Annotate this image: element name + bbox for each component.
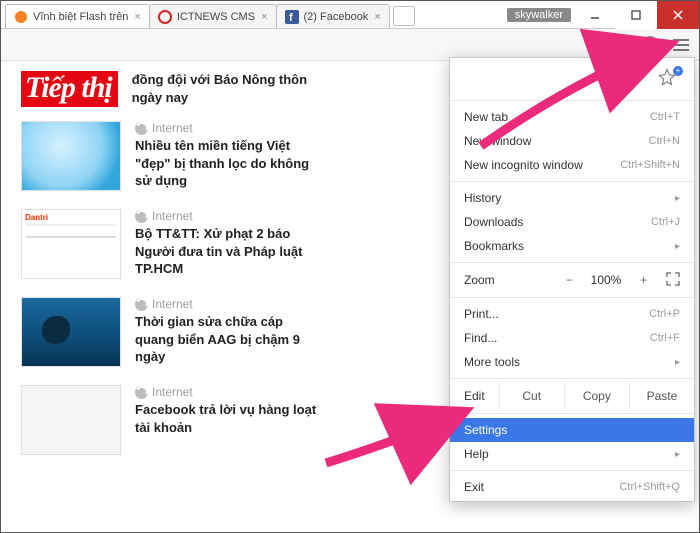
menu-more-tools[interactable]: More tools▸ <box>450 350 694 374</box>
globe-icon <box>135 210 148 223</box>
menu-copy[interactable]: Copy <box>564 383 629 409</box>
article-item[interactable]: Internet Nhiều tên miền tiếng Việt "đẹp"… <box>21 121 321 191</box>
article-headline[interactable]: Bộ TT&TT: Xử phạt 2 báo Người đưa tin và… <box>135 225 321 278</box>
menu-bookmarks[interactable]: Bookmarks▸ <box>450 234 694 258</box>
favicon-icon <box>14 10 28 24</box>
article-category: Internet <box>135 385 321 399</box>
tab-strip: Vĩnh biệt Flash trên × ICTNEWS CMS × f (… <box>1 1 507 28</box>
chevron-right-icon: ▸ <box>675 241 680 252</box>
article-headline[interactable]: Nhiều tên miền tiếng Việt "đẹp" bị thanh… <box>135 137 321 190</box>
article-thumbnail <box>21 121 121 191</box>
menu-button[interactable] <box>669 33 693 57</box>
menu-paste[interactable]: Paste <box>629 383 694 409</box>
section-logo: Tiếp thị <box>21 71 118 107</box>
tab-close-icon[interactable]: × <box>134 11 140 23</box>
chevron-right-icon: ▸ <box>675 357 680 368</box>
window-titlebar: Vĩnh biệt Flash trên × ICTNEWS CMS × f (… <box>1 1 699 29</box>
article-category: Internet <box>135 209 321 223</box>
adblock-icon[interactable]: ABP 12 <box>609 34 631 56</box>
new-tab-button[interactable] <box>393 6 415 26</box>
gauge-icon[interactable] <box>639 34 661 56</box>
svg-text:f: f <box>289 12 293 24</box>
article-category: Internet <box>135 297 321 311</box>
tab-title: ICTNEWS CMS <box>177 11 255 23</box>
menu-new-tab[interactable]: New tabCtrl+T <box>450 105 694 129</box>
tab-title: Vĩnh biệt Flash trên <box>33 11 128 23</box>
bookmark-star-icon[interactable]: + <box>658 68 680 90</box>
profile-badge[interactable]: skywalker <box>507 8 571 22</box>
minimize-button[interactable] <box>575 1 615 29</box>
globe-icon <box>135 386 148 399</box>
article-item[interactable]: Internet Facebook trả lời vụ hàng loạt t… <box>21 385 321 455</box>
menu-find[interactable]: Find...Ctrl+F <box>450 326 694 350</box>
maximize-button[interactable] <box>615 1 657 29</box>
menu-new-window[interactable]: New windowCtrl+N <box>450 129 694 153</box>
menu-cut[interactable]: Cut <box>499 383 564 409</box>
browser-tab[interactable]: Vĩnh biệt Flash trên × <box>5 4 150 28</box>
menu-new-incognito[interactable]: New incognito windowCtrl+Shift+N <box>450 153 694 177</box>
tab-close-icon[interactable]: × <box>261 11 267 23</box>
article-headline[interactable]: Facebook trả lời vụ hàng loạt tài khoản <box>135 401 321 436</box>
browser-tab[interactable]: ICTNEWS CMS × <box>149 4 277 28</box>
article-headline[interactable]: đồng đội với Báo Nông thôn ngày nay <box>132 71 321 106</box>
menu-zoom: Zoom − 100% + <box>450 267 694 293</box>
article-item[interactable]: Dantri Internet Bộ TT&TT: Xử phạt 2 báo … <box>21 209 321 279</box>
menu-exit[interactable]: ExitCtrl+Shift+Q <box>450 475 694 499</box>
chevron-right-icon: ▸ <box>675 449 680 460</box>
menu-history[interactable]: History▸ <box>450 186 694 210</box>
zoom-level: 100% <box>586 273 626 287</box>
article-thumbnail <box>21 385 121 455</box>
globe-icon <box>135 298 148 311</box>
menu-settings[interactable]: Settings <box>450 418 694 442</box>
menu-edit-row: Edit Cut Copy Paste <box>450 383 694 409</box>
article-item[interactable]: Internet Thời gian sửa chữa cáp quang bi… <box>21 297 321 367</box>
chevron-right-icon: ▸ <box>675 193 680 204</box>
window-controls <box>575 1 699 28</box>
article-thumbnail <box>21 297 121 367</box>
globe-icon <box>135 122 148 135</box>
favicon-icon: f <box>285 10 299 24</box>
fullscreen-icon[interactable] <box>666 272 680 289</box>
menu-downloads[interactable]: DownloadsCtrl+J <box>450 210 694 234</box>
article-headline[interactable]: Thời gian sửa chữa cáp quang biển AAG bị… <box>135 313 321 366</box>
menu-print[interactable]: Print...Ctrl+P <box>450 302 694 326</box>
browser-tab[interactable]: f (2) Facebook × <box>276 4 390 28</box>
menu-help[interactable]: Help▸ <box>450 442 694 466</box>
article-thumbnail: Dantri <box>21 209 121 279</box>
zoom-out-button[interactable]: − <box>562 271 576 289</box>
chrome-menu: + New tabCtrl+T New windowCtrl+N New inc… <box>449 57 695 502</box>
favicon-icon <box>158 10 172 24</box>
article-category: Internet <box>135 121 321 135</box>
tab-title: (2) Facebook <box>304 11 369 23</box>
zoom-in-button[interactable]: + <box>636 271 650 289</box>
close-window-button[interactable] <box>657 1 699 29</box>
tab-close-icon[interactable]: × <box>374 11 380 23</box>
